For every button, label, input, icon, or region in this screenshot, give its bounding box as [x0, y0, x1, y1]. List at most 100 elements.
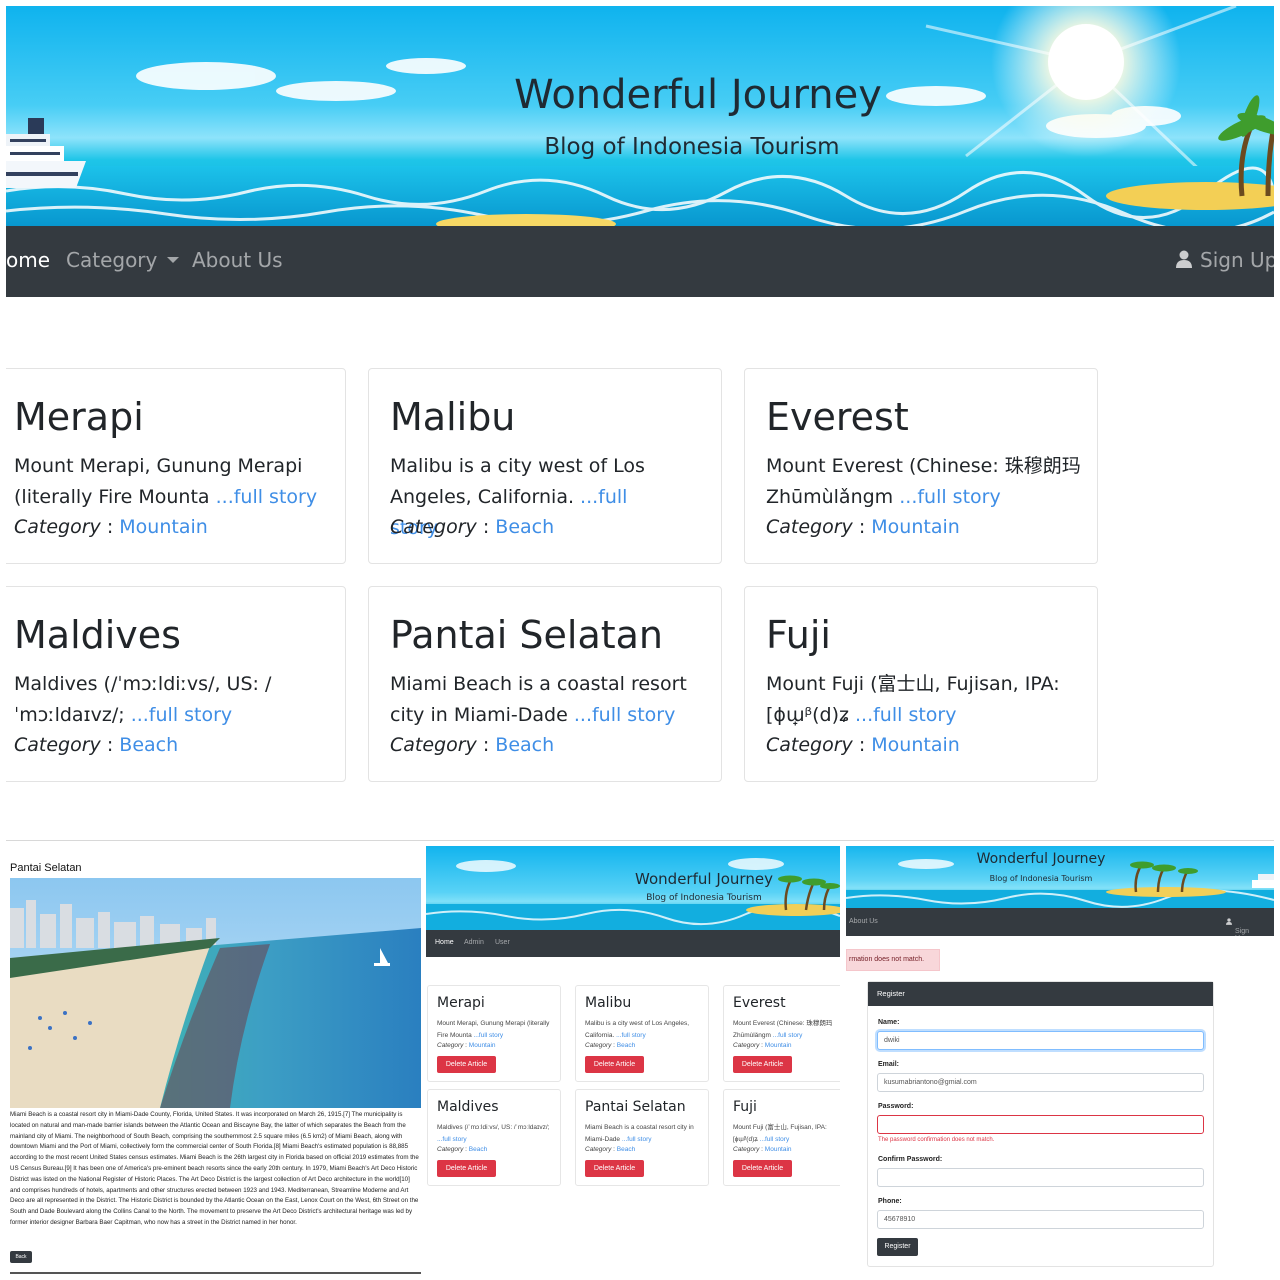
- nav-about-link[interactable]: About Us: [192, 248, 283, 272]
- nav-signup-link[interactable]: Sign Up: [1176, 248, 1274, 272]
- full-story-link[interactable]: ...full story: [474, 1032, 504, 1039]
- category-link[interactable]: Beach: [617, 1146, 635, 1153]
- register-nav-signup[interactable]: Sign Up: [1226, 918, 1249, 942]
- article-card[interactable]: Maldives Maldives (/ˈmɔːldiːvs/, US: /ˈm…: [6, 586, 346, 782]
- admin-hero-banner: Wonderful Journey Blog of Indonesia Tour…: [426, 846, 840, 930]
- name-field[interactable]: dwiki: [877, 1031, 1204, 1050]
- delete-article-button[interactable]: Delete Article: [733, 1056, 792, 1073]
- back-button[interactable]: Back: [10, 1251, 32, 1263]
- admin-nav-user[interactable]: User: [495, 939, 510, 946]
- password-field[interactable]: [877, 1115, 1204, 1134]
- register-screenshot: Wonderful Journey Blog of Indonesia Tour…: [846, 846, 1274, 1276]
- article-card[interactable]: Merapi Mount Merapi, Gunung Merapi (lite…: [6, 368, 346, 564]
- category-link[interactable]: Beach: [469, 1146, 487, 1153]
- full-story-link[interactable]: ...full story: [574, 704, 675, 726]
- category-link[interactable]: Mountain: [765, 1042, 792, 1049]
- full-story-link[interactable]: ...full story: [773, 1032, 803, 1039]
- beach-photo: [10, 878, 421, 1108]
- article-excerpt: Mount Merapi, Gunung Merapi (literally F…: [14, 455, 318, 508]
- article-category: Category : Mountain: [733, 1146, 792, 1153]
- admin-nav-admin[interactable]: Admin: [464, 939, 484, 946]
- phone-field[interactable]: 45678910: [877, 1210, 1204, 1229]
- article-title: Pantai Selatan: [390, 613, 664, 657]
- article-category: Category : Beach: [437, 1146, 488, 1153]
- article-category: Category : Mountain: [733, 1042, 792, 1049]
- article-title: Maldives: [14, 613, 181, 657]
- admin-nav-home[interactable]: Home: [435, 939, 454, 946]
- article-card[interactable]: Everest Mount Everest (Chinese: 珠穆朗玛 Zhū…: [744, 368, 1098, 564]
- article-excerpt: Mount Everest (Chinese: 珠穆朗玛 Zhūmùlǎngm …: [733, 1020, 833, 1039]
- article-title: Everest: [733, 995, 786, 1011]
- full-story-link[interactable]: ...full story: [131, 704, 232, 726]
- full-story-link[interactable]: ...full story: [437, 1136, 467, 1143]
- full-story-link[interactable]: ...full story: [855, 704, 956, 726]
- delete-article-button[interactable]: Delete Article: [437, 1056, 496, 1073]
- article-category: Category : Mountain: [766, 516, 960, 538]
- nav-signup-label: Sign Up: [1200, 248, 1274, 272]
- category-link[interactable]: Beach: [495, 516, 554, 538]
- article-category: Category : Beach: [585, 1146, 636, 1153]
- article-excerpt: Maldives (/ˈmɔːldiːvs/, US: /ˈmɔːldaɪvz/…: [14, 673, 272, 726]
- admin-navbar: Home Admin User: [426, 930, 840, 957]
- register-card: Register Name: dwiki Email: kusumabriant…: [867, 981, 1214, 1267]
- caret-down-icon: [167, 256, 180, 263]
- site-subtitle: Blog of Indonesia Tourism: [544, 134, 840, 160]
- article-excerpt: Maldives (/ˈmɔːldiːvs/, US: /ˈmɔːldaɪvz/…: [437, 1124, 550, 1143]
- article-title: Pantai Selatan: [585, 1099, 686, 1115]
- nav-home-link[interactable]: ome: [6, 248, 50, 272]
- register-submit-button[interactable]: Register: [877, 1238, 918, 1256]
- collage-divider: [6, 840, 1274, 841]
- article-title: Everest: [766, 395, 909, 439]
- error-alert: rmation does not match.: [846, 949, 940, 971]
- full-story-link[interactable]: ...full story: [622, 1136, 652, 1143]
- article-category: Category : Mountain: [766, 734, 960, 756]
- article-card[interactable]: Fuji Mount Fuji (富士山, Fujisan, IPA: [ɸɯ̟…: [744, 586, 1098, 782]
- article-title: Maldives: [437, 1099, 499, 1115]
- register-nav-about[interactable]: About Us: [849, 918, 878, 925]
- category-link[interactable]: Mountain: [871, 734, 960, 756]
- article-card[interactable]: Malibu Malibu is a city west of Los Ange…: [368, 368, 722, 564]
- admin-article-card: Merapi Mount Merapi, Gunung Merapi (lite…: [427, 985, 561, 1082]
- full-story-link[interactable]: ...full story: [760, 1136, 790, 1143]
- article-category: Category : Mountain: [14, 516, 208, 538]
- register-nav-signup-label: Sign Up: [1235, 928, 1250, 942]
- article-excerpt: Miami Beach is a coastal resort city in …: [585, 1124, 694, 1143]
- category-link[interactable]: Mountain: [871, 516, 960, 538]
- detail-body: Miami Beach is a coastal resort city in …: [10, 1111, 419, 1226]
- delete-article-button[interactable]: Delete Article: [585, 1160, 644, 1177]
- delete-article-button[interactable]: Delete Article: [437, 1160, 496, 1177]
- user-icon: [1226, 918, 1232, 925]
- delete-article-button[interactable]: Delete Article: [585, 1056, 644, 1073]
- article-title: Fuji: [733, 1099, 757, 1115]
- phone-label: Phone:: [878, 1198, 902, 1205]
- article-title: Fuji: [766, 613, 831, 657]
- register-site-title: Wonderful Journey: [976, 851, 1106, 867]
- category-link[interactable]: Beach: [495, 734, 554, 756]
- article-detail-screenshot: Pantai Selatan Miami Beach is a coastal …: [6, 846, 422, 1276]
- password-label: Password:: [878, 1103, 914, 1110]
- admin-article-card: Malibu Malibu is a city west of Los Ange…: [575, 985, 709, 1082]
- confirm-password-field[interactable]: [877, 1168, 1204, 1187]
- delete-article-button[interactable]: Delete Article: [733, 1160, 792, 1177]
- admin-site-title: Wonderful Journey: [635, 870, 773, 888]
- full-story-link[interactable]: ...full story: [216, 486, 317, 508]
- category-link[interactable]: Mountain: [119, 516, 208, 538]
- main-home-screenshot: Wonderful Journey Blog of Indonesia Tour…: [6, 6, 1274, 828]
- email-field[interactable]: kusumabriantono@gmial.com: [877, 1073, 1204, 1092]
- email-label: Email:: [878, 1061, 900, 1068]
- nav-category-dropdown[interactable]: Category: [66, 248, 180, 272]
- category-link[interactable]: Mountain: [765, 1146, 792, 1153]
- article-category: Category : Beach: [390, 516, 555, 538]
- admin-article-card: Maldives Maldives (/ˈmɔːldiːvs/, US: /ˈm…: [427, 1089, 561, 1186]
- article-card[interactable]: Pantai Selatan Miami Beach is a coastal …: [368, 586, 722, 782]
- category-link[interactable]: Mountain: [469, 1042, 496, 1049]
- full-story-link[interactable]: ...full story: [899, 486, 1000, 508]
- article-category: Category : Beach: [390, 734, 555, 756]
- register-navbar: About Us Sign Up: [846, 908, 1274, 942]
- full-story-link[interactable]: ...full story: [616, 1032, 646, 1039]
- hero-banner: Wonderful Journey Blog of Indonesia Tour…: [6, 6, 1274, 226]
- register-hero-banner: Wonderful Journey Blog of Indonesia Tour…: [846, 846, 1274, 908]
- category-link[interactable]: Beach: [617, 1042, 635, 1049]
- category-link[interactable]: Beach: [119, 734, 178, 756]
- admin-article-card: Pantai Selatan Miami Beach is a coastal …: [575, 1089, 709, 1186]
